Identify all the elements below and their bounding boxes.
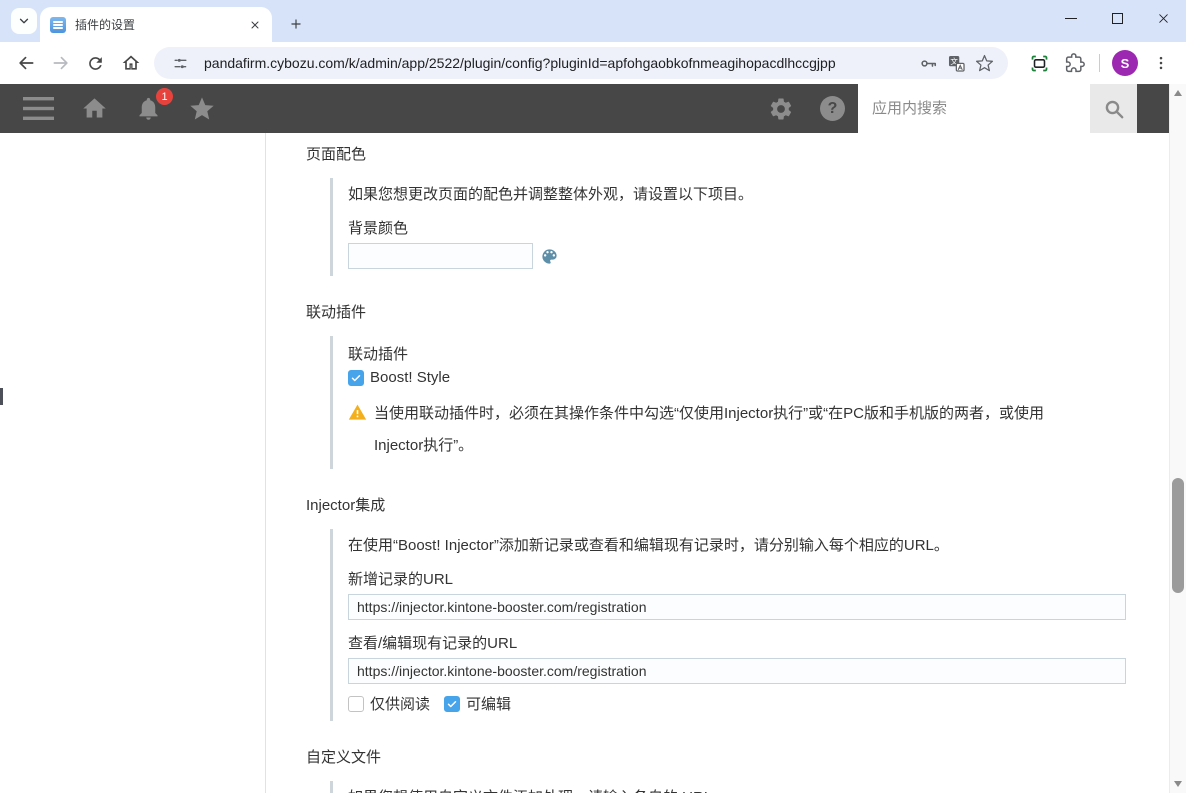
field-label: 新增记录的URL	[348, 571, 454, 588]
scrollbar-thumb[interactable]	[1172, 478, 1184, 593]
section-page-colors: 页面配色 如果您想更改页面的配色并调整整体外观，请设置以下项目。 背景颜色	[306, 143, 1169, 276]
browser-tab[interactable]: 插件的设置	[40, 7, 272, 42]
background-color-input[interactable]	[348, 243, 533, 269]
checkbox-label: Boost! Style	[370, 369, 451, 386]
app-search-button[interactable]	[1090, 84, 1137, 133]
new-record-url-input[interactable]	[348, 594, 1126, 620]
window-controls	[1048, 0, 1186, 36]
browser-menu-kebab-icon[interactable]	[1143, 46, 1178, 81]
page-scrollbar[interactable]	[1169, 84, 1186, 793]
search-icon	[1105, 100, 1123, 118]
tab-title: 插件的设置	[75, 18, 136, 32]
tab-favicon-icon	[50, 16, 66, 33]
browser-toolbar: pandafirm.cybozu.com/k/admin/app/2522/pl…	[0, 42, 1186, 84]
translate-icon[interactable]: 文	[942, 49, 970, 77]
extensions-puzzle-icon[interactable]	[1057, 46, 1092, 81]
checkbox-label: 可编辑	[466, 696, 512, 713]
checkbox-boost-style[interactable]	[348, 369, 364, 386]
notification-badge: 1	[156, 88, 173, 105]
view-edit-record-url-input[interactable]	[348, 658, 1126, 684]
reload-button[interactable]	[78, 46, 113, 81]
warning-icon	[348, 403, 367, 462]
checkbox-read-only[interactable]	[348, 695, 364, 712]
minimize-button[interactable]	[1048, 0, 1094, 36]
section-custom-files: 自定义文件 如果您想使用自定义文件添加处理，请输入各自的 URL。 JS 文件参…	[306, 746, 1169, 793]
site-settings-icon[interactable]	[166, 49, 194, 77]
page-content: 页面配色 如果您想更改页面的配色并调整整体外观，请设置以下项目。 背景颜色 联动…	[0, 133, 1169, 793]
app-search	[858, 84, 1137, 133]
checkbox-label: 仅供阅读	[370, 696, 431, 713]
back-button[interactable]	[8, 46, 43, 81]
forward-button[interactable]	[43, 46, 78, 81]
close-button[interactable]	[1140, 0, 1186, 36]
toolbar-right-group: S	[1022, 46, 1178, 81]
toolbar-separator	[1099, 54, 1100, 72]
section-title: 自定义文件	[306, 749, 382, 766]
portal-home-button[interactable]	[67, 84, 122, 133]
profile-avatar[interactable]: S	[1112, 50, 1138, 76]
url-text[interactable]: pandafirm.cybozu.com/k/admin/app/2522/pl…	[204, 55, 914, 71]
password-key-icon[interactable]	[914, 49, 942, 77]
section-intro: 如果您想使用自定义文件添加处理，请输入各自的 URL。	[348, 788, 1169, 793]
field-label: 背景颜色	[348, 220, 409, 237]
check-icon	[447, 700, 457, 707]
section-title: 页面配色	[306, 146, 367, 163]
hamburger-menu-button[interactable]	[10, 84, 67, 133]
new-tab-button[interactable]	[282, 10, 310, 38]
palette-icon[interactable]	[540, 247, 559, 266]
chevron-down-icon	[19, 18, 29, 24]
app-search-input[interactable]	[858, 84, 1090, 133]
warning-message: 当使用联动插件时，必须在其操作条件中勾选“仅使用Injector执行”或“在PC…	[348, 398, 1169, 462]
favorites-star-button[interactable]	[175, 84, 229, 133]
field-label: 查看/编辑现有记录的URL	[348, 635, 518, 652]
help-question-icon: ?	[820, 96, 845, 121]
section-title: 联动插件	[306, 304, 367, 321]
bookmark-star-icon[interactable]	[970, 49, 998, 77]
avatar-initial: S	[1120, 55, 1130, 71]
warning-line-1: 当使用联动插件时，必须在其操作条件中勾选“仅使用Injector执行”或“在PC…	[374, 405, 1045, 422]
checkbox-editable[interactable]	[444, 695, 461, 712]
maximize-button[interactable]	[1094, 0, 1140, 36]
left-sidebar	[0, 133, 266, 793]
home-button[interactable]	[113, 46, 148, 81]
settings-gear-button[interactable]	[755, 84, 807, 133]
warning-line-2: Injector执行”。	[374, 437, 474, 454]
section-injector-integration: Injector集成 在使用“Boost! Injector”添加新记录或查看和…	[306, 494, 1169, 721]
section-linked-plugins: 联动插件 联动插件 Boost! Style 当使用联动插件时，必须在其操作条件…	[306, 301, 1169, 469]
plugin-config-form: 页面配色 如果您想更改页面的配色并调整整体外观，请设置以下项目。 背景颜色 联动…	[266, 133, 1169, 793]
section-title: Injector集成	[306, 497, 386, 514]
tab-close-icon[interactable]	[246, 16, 264, 34]
scrollbar-down-arrow[interactable]	[1174, 781, 1182, 787]
edge-artifact	[0, 388, 3, 405]
check-icon	[351, 374, 361, 381]
browser-titlebar: 插件的设置	[0, 0, 1186, 42]
scrollbar-up-arrow[interactable]	[1174, 90, 1182, 96]
kintone-header: 1 ?	[0, 84, 1169, 133]
url-bar[interactable]: pandafirm.cybozu.com/k/admin/app/2522/pl…	[154, 47, 1008, 79]
field-label: 联动插件	[348, 346, 409, 363]
notifications-bell-button[interactable]: 1	[122, 84, 175, 133]
screen-capture-extension-icon[interactable]	[1022, 46, 1057, 81]
help-button[interactable]: ?	[807, 84, 858, 133]
section-intro: 如果您想更改页面的配色并调整整体外观，请设置以下项目。	[348, 186, 754, 203]
section-intro: 在使用“Boost! Injector”添加新记录或查看和编辑现有记录时，请分别…	[348, 537, 949, 554]
tab-search-button[interactable]	[11, 8, 37, 34]
